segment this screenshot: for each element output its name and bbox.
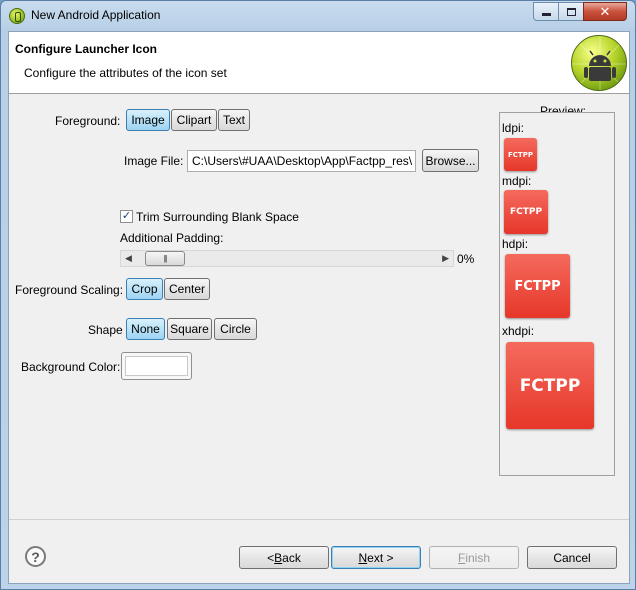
cancel-button[interactable]: Cancel — [527, 546, 617, 569]
window-title: New Android Application — [31, 8, 161, 22]
scaling-center-button[interactable]: Center — [164, 278, 210, 300]
title-bar[interactable]: New Android Application ✕ — [1, 1, 635, 31]
close-button[interactable]: ✕ — [583, 2, 627, 21]
finish-rest: inish — [465, 550, 491, 565]
preview-hdpi-icon: FCTPP — [505, 254, 570, 318]
wizard-body: Configure Launcher Icon Configure the at… — [8, 31, 630, 584]
back-mnemonic: B — [274, 550, 283, 565]
checkmark-icon: ✓ — [121, 210, 132, 222]
dialog-window: New Android Application ✕ Configure Laun… — [0, 0, 636, 590]
preview-xhdpi-icon: FCTPP — [506, 342, 594, 429]
browse-button[interactable]: Browse... — [422, 149, 479, 172]
preview-xhdpi-label: xhdpi: — [502, 324, 535, 338]
shape-none-button[interactable]: None — [126, 318, 165, 340]
shape-circle-button[interactable]: Circle — [214, 318, 257, 340]
back-rest: ack — [282, 550, 301, 565]
back-button[interactable]: < Back — [239, 546, 329, 569]
foreground-label: Foreground: — [55, 114, 121, 128]
page-description: Configure the attributes of the icon set — [24, 66, 227, 80]
background-color-button[interactable] — [121, 352, 192, 380]
maximize-button[interactable] — [558, 2, 584, 21]
foreground-image-button[interactable]: Image — [126, 109, 170, 131]
preview-ldpi-label: ldpi: — [502, 121, 525, 135]
close-icon: ✕ — [599, 3, 611, 19]
image-file-label: Image File: — [124, 154, 184, 168]
preview-mdpi-icon: FCTPP — [504, 190, 548, 234]
shape-square-button[interactable]: Square — [167, 318, 212, 340]
help-icon[interactable]: ? — [25, 546, 46, 567]
finish-button[interactable]: Finish — [429, 546, 519, 569]
next-button[interactable]: Next > — [331, 546, 421, 569]
padding-slider[interactable]: ◀ ||| ▶ — [120, 250, 454, 267]
slider-thumb[interactable]: ||| — [145, 251, 185, 266]
background-color-swatch — [125, 356, 188, 376]
next-mnemonic: N — [358, 550, 368, 565]
preview-panel: ldpi: FCTPP mdpi: FCTPP hdpi: FCTPP xhdp… — [499, 112, 615, 476]
page-title: Configure Launcher Icon — [15, 42, 158, 56]
padding-label: Additional Padding: — [120, 231, 224, 245]
footer-separator — [9, 519, 629, 520]
wizard-header: Configure Launcher Icon Configure the at… — [9, 32, 629, 94]
maximize-icon — [566, 7, 576, 16]
android-logo-icon — [571, 35, 627, 91]
shape-label: Shape — [88, 323, 123, 337]
minimize-button[interactable] — [533, 2, 559, 21]
trim-label: Trim Surrounding Blank Space — [136, 210, 299, 224]
minimize-icon — [541, 13, 551, 16]
next-rest: ext > — [367, 550, 394, 565]
padding-value: 0% — [457, 252, 475, 266]
slider-left-arrow-icon[interactable]: ◀ — [125, 253, 132, 264]
background-color-label: Background Color: — [21, 360, 121, 374]
android-app-icon — [9, 8, 25, 24]
finish-mnemonic: F — [457, 550, 466, 565]
preview-hdpi-label: hdpi: — [502, 237, 529, 251]
preview-ldpi-icon: FCTPP — [504, 138, 537, 171]
foreground-text-button[interactable]: Text — [218, 109, 250, 131]
foreground-clipart-button[interactable]: Clipart — [171, 109, 217, 131]
trim-checkbox[interactable]: ✓ — [120, 210, 133, 223]
back-prefix: < — [267, 550, 275, 565]
scaling-crop-button[interactable]: Crop — [126, 278, 163, 300]
image-file-input[interactable]: C:\Users\#UAA\Desktop\App\Factpp_res\ — [187, 150, 416, 172]
preview-mdpi-label: mdpi: — [502, 174, 532, 188]
scaling-label: Foreground Scaling: — [15, 283, 124, 297]
slider-right-arrow-icon[interactable]: ▶ — [442, 253, 449, 264]
